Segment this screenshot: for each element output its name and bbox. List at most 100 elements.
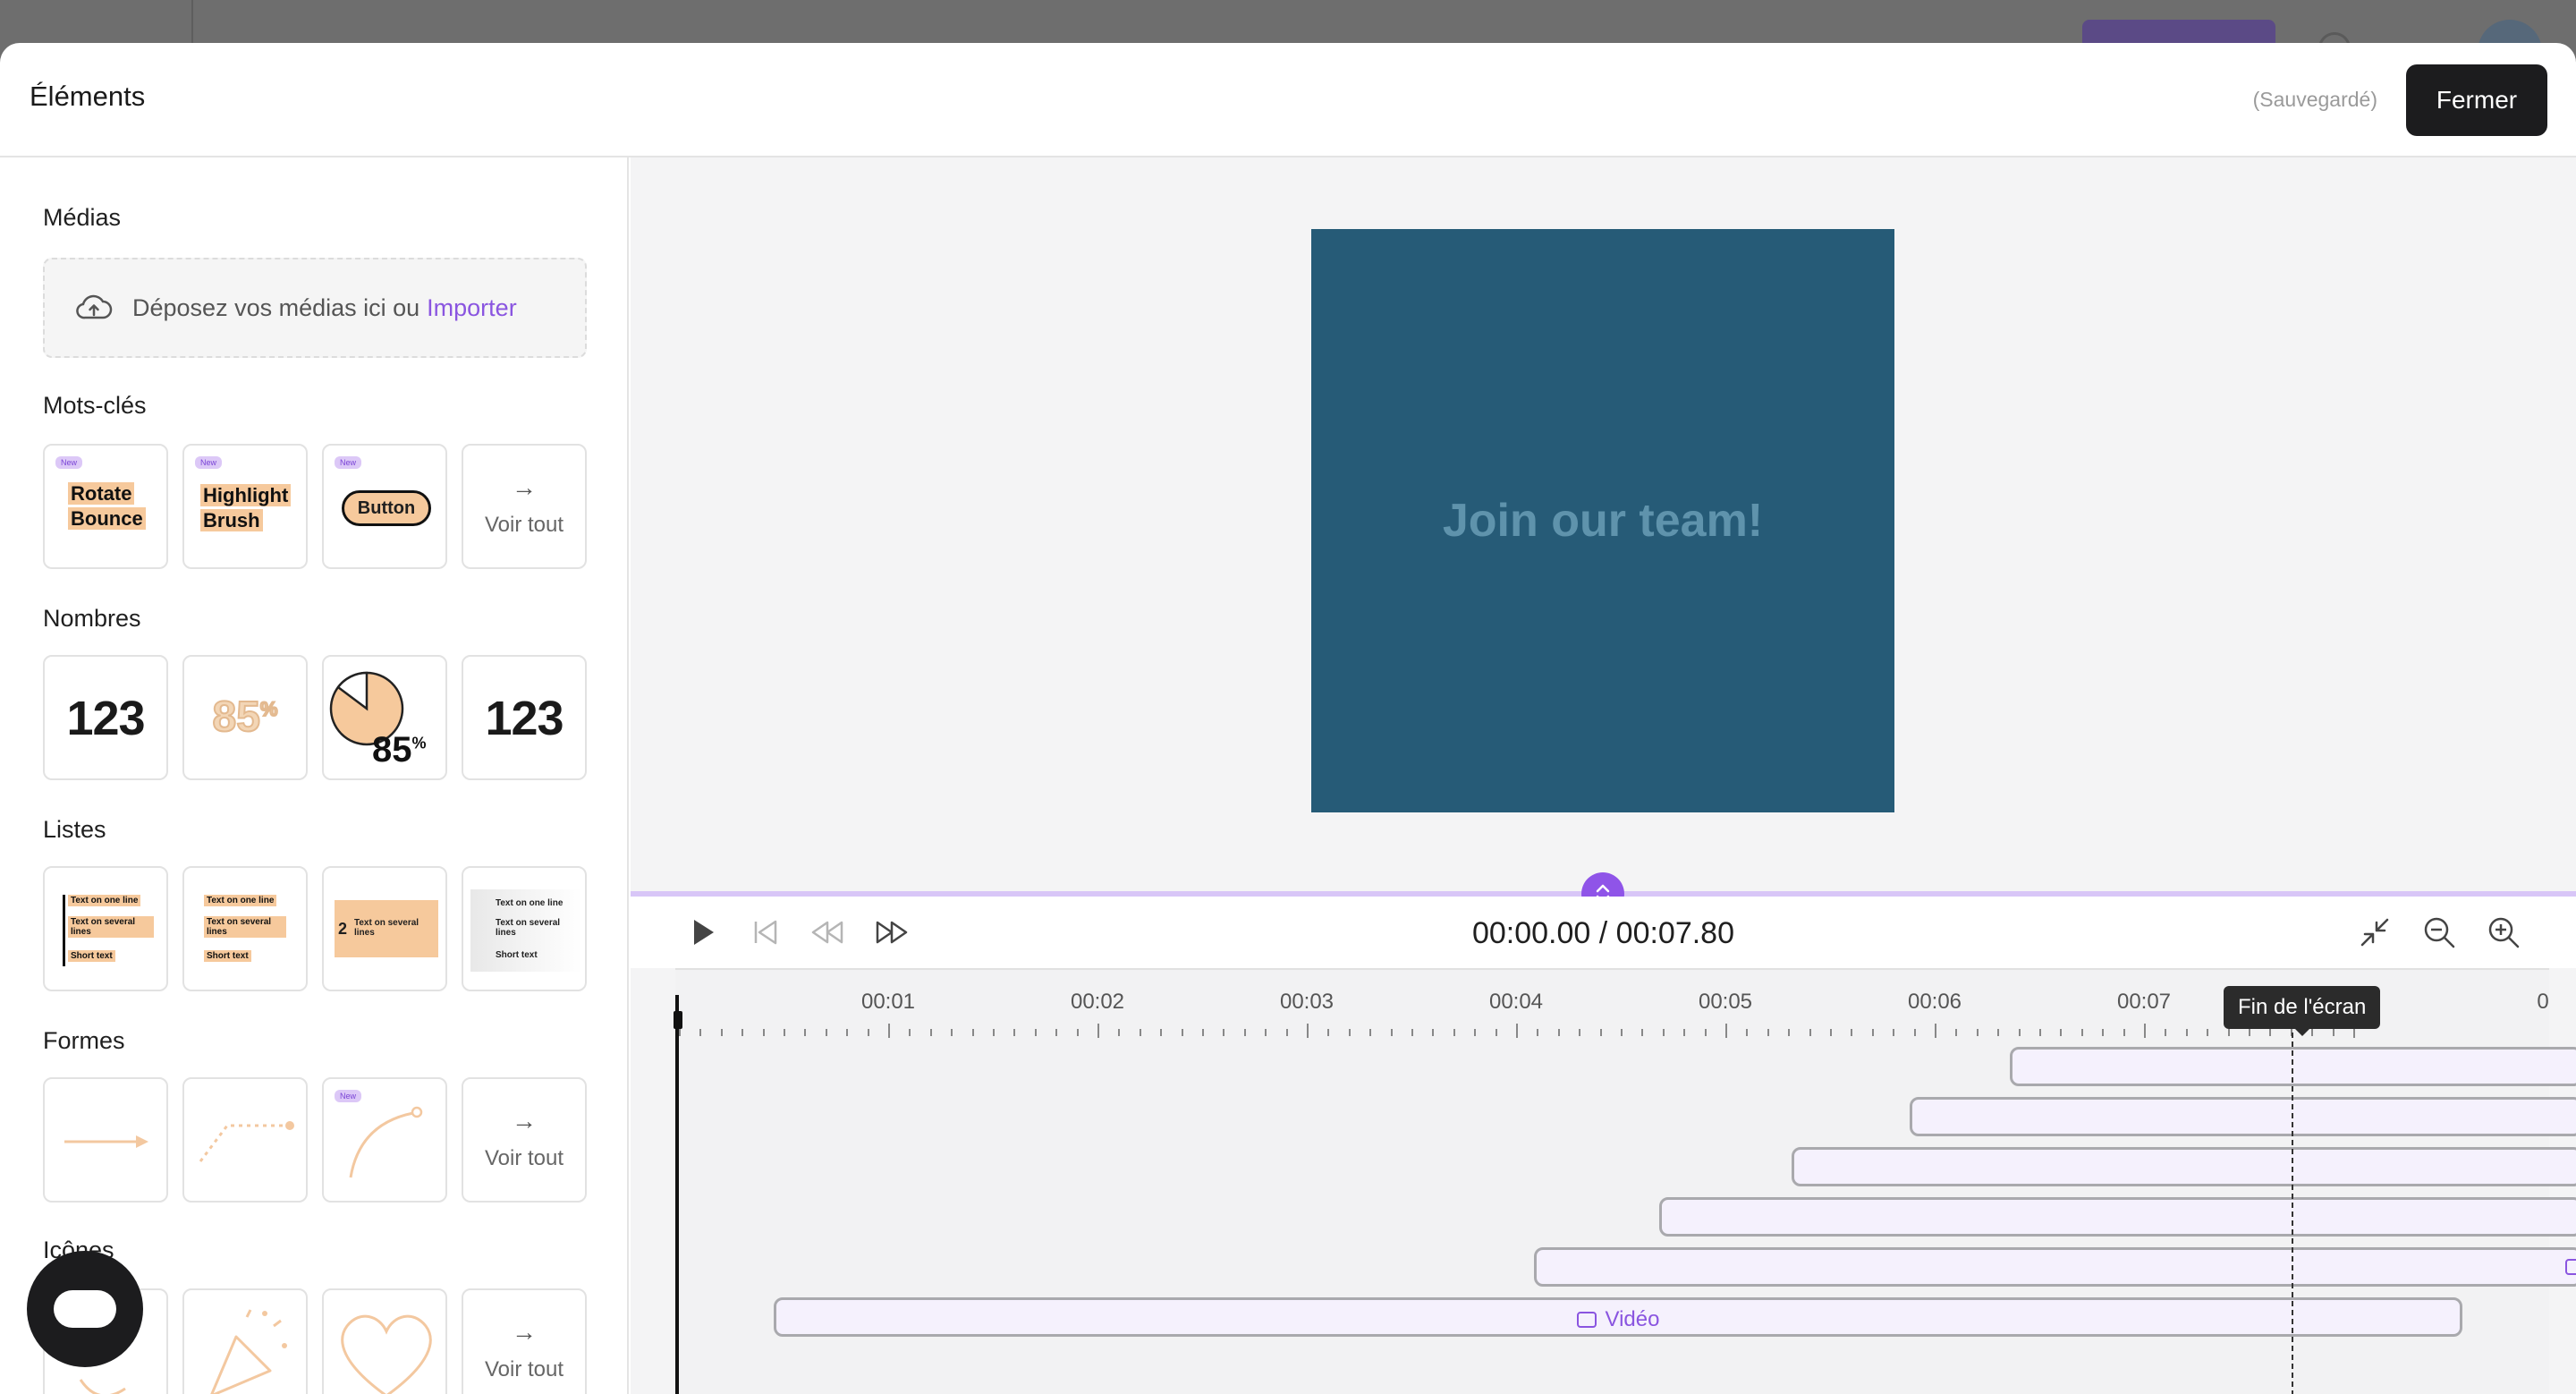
- list-line: Text on one line: [68, 895, 141, 906]
- ruler-tick: [1871, 1029, 1874, 1036]
- close-button[interactable]: Fermer: [2406, 64, 2547, 136]
- keyword-preview-text: Rotate Bounce: [68, 481, 146, 531]
- number-pie-chart-tile[interactable]: 85%: [322, 655, 447, 780]
- ruler-tick: [1746, 1029, 1749, 1036]
- media-dropzone[interactable]: Déposez vos médias ici ou Importer: [43, 258, 587, 358]
- ruler-tick: [1704, 1029, 1707, 1036]
- list-style-2-tile[interactable]: Text on one line Text on several lines S…: [182, 866, 308, 991]
- import-link[interactable]: Importer: [427, 294, 517, 322]
- section-title-keywords: Mots-clés: [43, 392, 147, 419]
- list-style-1-tile[interactable]: Text on one line Text on several lines S…: [43, 866, 168, 991]
- keyword-rotate-bounce-tile[interactable]: New Rotate Bounce: [43, 444, 168, 569]
- dotted-path-icon: [199, 1121, 294, 1162]
- shapes-see-all-tile[interactable]: → Voir tout: [462, 1077, 587, 1203]
- ruler-tick: [1935, 1024, 1936, 1038]
- number-counter-tile[interactable]: 123: [43, 655, 168, 780]
- section-title-lists: Listes: [43, 816, 106, 843]
- list-style-4-tile[interactable]: Text on one line Text on several lines S…: [462, 866, 587, 991]
- ruler-tick: [2311, 1029, 2314, 1036]
- ruler-tick: [1788, 1029, 1791, 1036]
- ruler-tick: [1809, 1029, 1811, 1036]
- ruler-tick: [1432, 1029, 1435, 1036]
- screen-end-tooltip: Fin de l'écran: [2224, 986, 2381, 1036]
- ruler-tick: [1955, 1029, 1958, 1036]
- ruler-tick: [1453, 1029, 1455, 1036]
- ruler-tick: [2060, 1029, 2063, 1036]
- number-counter-alt-tile[interactable]: 123: [462, 655, 587, 780]
- modal-header: Éléments (Sauvegardé) Fermer: [0, 43, 2576, 157]
- ruler-tick: [1830, 1029, 1832, 1036]
- ruler-tick: [1683, 1029, 1686, 1036]
- ruler-tick: [1976, 1029, 1979, 1036]
- list-line: Short text: [68, 950, 115, 962]
- timeline-clip[interactable]: [1792, 1147, 2576, 1186]
- ruler-tick: [1223, 1029, 1225, 1036]
- timeline-tracks[interactable]: 00:01 00:02 00:03 00:04 00:05 00:06 00:07 0 Vid…: [674, 968, 2576, 1394]
- playhead-handle[interactable]: [674, 1011, 682, 1029]
- list-line: Text on several lines: [68, 916, 154, 938]
- icon-party-popper-tile[interactable]: [182, 1288, 308, 1394]
- ruler-tick: [1285, 1029, 1288, 1036]
- screen-end-marker[interactable]: [2292, 1033, 2293, 1394]
- ruler-tick: [1725, 1024, 1727, 1038]
- list-line: Text on several lines: [204, 916, 286, 938]
- playhead[interactable]: [674, 995, 682, 1394]
- new-badge: New: [335, 1090, 362, 1102]
- ruler-tick: [1621, 1029, 1623, 1036]
- ruler-tick: [2123, 1029, 2125, 1036]
- list-line: Text on one line: [496, 898, 564, 908]
- ruler-tick: [1202, 1029, 1204, 1036]
- ruler-tick: [1474, 1029, 1477, 1036]
- ruler-tick: [1097, 1024, 1099, 1038]
- ruler-tick: [929, 1029, 932, 1036]
- shape-curve-tile[interactable]: New: [322, 1077, 447, 1203]
- keyword-button-tile[interactable]: New Button: [322, 444, 447, 569]
- ruler-tick: [1348, 1029, 1351, 1036]
- list-style-3-tile[interactable]: 2 Text on several lines: [322, 866, 447, 991]
- keyword-preview-text: Highlight Brush: [200, 483, 292, 533]
- timeline-clip[interactable]: [1534, 1247, 2576, 1287]
- shape-arrow-tile[interactable]: [43, 1077, 168, 1203]
- ruler-tick: [2185, 1029, 2188, 1036]
- ruler-label: 00:02: [1070, 990, 1125, 1014]
- video-clip[interactable]: Vidéo: [774, 1297, 2462, 1337]
- ruler-tick: [2332, 1029, 2334, 1036]
- ruler-tick: [720, 1029, 723, 1036]
- chat-button[interactable]: [27, 1251, 143, 1367]
- number-percent-outline-tile[interactable]: 85%: [182, 655, 308, 780]
- cloud-upload-icon: [76, 294, 113, 319]
- video-icon: [2565, 1259, 2576, 1275]
- ruler-tick: [1390, 1029, 1393, 1036]
- list-line: Text on one line: [204, 895, 277, 906]
- collapse-icon[interactable]: [2357, 914, 2393, 950]
- list-line: Text on several lines: [496, 918, 561, 938]
- timeline-clip[interactable]: [1910, 1097, 2576, 1136]
- canvas-text[interactable]: Join our team!: [1443, 494, 1763, 548]
- elements-modal: Éléments (Sauvegardé) Fermer Médias Dépo…: [0, 43, 2576, 1394]
- keyword-highlight-brush-tile[interactable]: New Highlight Brush: [182, 444, 308, 569]
- timeline-clip[interactable]: [1659, 1197, 2576, 1237]
- ruler-tick: [784, 1029, 785, 1036]
- ruler-tick: [1034, 1029, 1037, 1036]
- ruler-tick: [2249, 1029, 2250, 1036]
- time-display: 00:00.00 / 00:07.80: [1471, 916, 1735, 950]
- elements-sidebar: Médias Déposez vos médias ici ou Importe…: [0, 157, 629, 1394]
- icons-see-all-tile[interactable]: → Voir tout: [462, 1288, 587, 1394]
- ruler-tick: [2269, 1029, 2272, 1036]
- zoom-out-icon[interactable]: [2421, 914, 2457, 950]
- ruler-tick: [1662, 1029, 1665, 1036]
- zoom-in-icon[interactable]: [2486, 914, 2521, 950]
- icon-heart-tile[interactable]: [322, 1288, 447, 1394]
- keyword-button-preview: Button: [342, 490, 431, 526]
- keywords-see-all-tile[interactable]: → Voir tout: [462, 444, 587, 569]
- ruler-tick: [1537, 1029, 1539, 1036]
- ruler-tick: [2207, 1029, 2209, 1036]
- ruler-tick: [741, 1029, 744, 1036]
- ruler-label: 00:03: [1279, 990, 1335, 1014]
- section-title-shapes: Formes: [43, 1027, 125, 1054]
- arrow-right-icon: →: [512, 1318, 537, 1346]
- video-canvas[interactable]: Join our team!: [1311, 229, 1894, 812]
- ruler-tick: [1139, 1029, 1141, 1036]
- shape-dotted-path-tile[interactable]: [182, 1077, 308, 1203]
- player-controls: 00:00.00 / 00:07.80: [631, 897, 2576, 968]
